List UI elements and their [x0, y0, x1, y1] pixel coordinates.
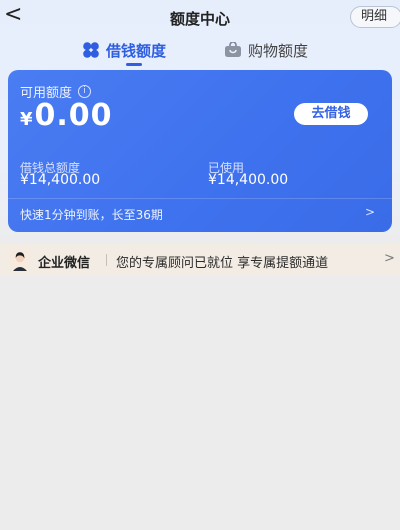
shopping-bag-icon	[225, 42, 241, 57]
card-divider	[8, 198, 392, 199]
promo-text[interactable]: 快速1分钟到账，长至36期	[20, 206, 163, 223]
page-title: 额度中心	[169, 10, 230, 28]
person-avatar-icon	[10, 249, 30, 271]
currency-symbol: ¥	[20, 109, 33, 130]
chevron-right-icon[interactable]: >	[365, 205, 375, 219]
tab-borrow-quota[interactable]: 借钱额度	[82, 38, 166, 62]
total-quota-value: ¥14,400.00	[20, 172, 101, 188]
nav-bar: < 额度中心 明细	[0, 0, 400, 36]
quota-tabs: 借钱额度 购物额度	[0, 38, 400, 68]
quota-card: 可用额度 i ¥ 0.00 去借钱 借钱总额度 ¥14,400.00 已使用 ¥…	[8, 70, 392, 232]
detail-button[interactable]: 明细	[349, 6, 400, 28]
info-icon[interactable]: i	[78, 85, 92, 98]
advisor-avatar	[10, 249, 30, 271]
advisor-banner[interactable]: 企业微信 您的专属顾问已就位 享专属提额通道 >	[0, 244, 400, 276]
used-quota-value: ¥14,400.00	[208, 172, 289, 188]
tab-shopping-quota[interactable]: 购物额度	[224, 38, 308, 62]
available-amount: ¥ 0.00	[20, 98, 113, 133]
banner-separator	[106, 254, 107, 266]
chevron-right-icon[interactable]: >	[384, 251, 395, 266]
tab-borrow-label: 借钱额度	[106, 41, 167, 60]
active-tab-indicator	[126, 63, 142, 66]
banner-message: 您的专属顾问已就位 享专属提额通道	[116, 256, 329, 271]
tab-shopping-label: 购物额度	[248, 41, 309, 60]
banner-source: 企业微信	[38, 256, 91, 271]
available-amount-value: 0.00	[34, 98, 113, 133]
clover-icon	[83, 42, 99, 58]
borrow-button[interactable]: 去借钱	[294, 103, 368, 125]
